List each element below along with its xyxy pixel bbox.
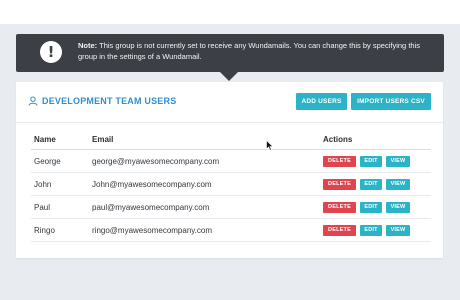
table-row: John John@myawesomecompany.com DELETE ED… [31,172,431,196]
card-title: DEVELOPMENT TEAM USERS [42,96,177,106]
edit-button[interactable]: EDIT [360,178,382,190]
user-email: John@myawesomecompany.com [92,172,323,196]
row-actions: DELETE EDIT VIEW [323,195,431,219]
view-button[interactable]: VIEW [386,155,410,167]
edit-button[interactable]: EDIT [360,155,382,167]
table-row: Ringo ringo@myawesomecompany.com DELETE … [31,218,431,242]
user-email: paul@myawesomecompany.com [92,195,323,219]
user-name: Paul [31,195,92,219]
delete-button[interactable]: DELETE [323,155,356,167]
users-table: Name Email Actions George george@myaweso… [31,129,431,242]
column-header-actions: Actions [323,129,431,150]
table-header-row: Name Email Actions [31,129,431,150]
row-actions: DELETE EDIT VIEW [323,172,431,196]
mouse-cursor-icon [266,140,274,151]
view-button[interactable]: VIEW [386,178,410,190]
user-icon [28,96,38,106]
delete-button[interactable]: DELETE [323,178,356,190]
table-row: George george@myawesomecompany.com DELET… [31,149,431,173]
card-header: DEVELOPMENT TEAM USERS ADD USERS IMPORT … [16,82,443,123]
view-button[interactable]: VIEW [386,201,410,213]
user-name: Ringo [31,218,92,242]
user-name: John [31,172,92,196]
notice-text: Note: This group is not currently set to… [78,40,438,62]
row-actions: DELETE EDIT VIEW [323,149,431,173]
exclamation-icon: ! [40,41,62,63]
user-email: ringo@myawesomecompany.com [92,218,323,242]
user-name: George [31,149,92,173]
import-users-csv-button[interactable]: IMPORT USERS CSV [351,93,431,110]
row-actions: DELETE EDIT VIEW [323,218,431,242]
edit-button[interactable]: EDIT [360,224,382,236]
edit-button[interactable]: EDIT [360,201,382,213]
notice-pointer [220,72,238,81]
column-header-name: Name [31,129,92,150]
delete-button[interactable]: DELETE [323,201,356,213]
add-users-button[interactable]: ADD USERS [296,93,347,110]
delete-button[interactable]: DELETE [323,224,356,236]
users-card: DEVELOPMENT TEAM USERS ADD USERS IMPORT … [16,82,443,258]
notice-message: This group is not currently set to recei… [78,41,420,61]
table-row: Paul paul@myawesomecompany.com DELETE ED… [31,195,431,219]
card-title-wrap: DEVELOPMENT TEAM USERS [28,96,176,106]
notice-banner: ! Note: This group is not currently set … [16,34,444,72]
user-email: george@myawesomecompany.com [92,149,323,173]
view-button[interactable]: VIEW [386,224,410,236]
notice-label: Note: [78,41,98,50]
column-header-email: Email [92,129,323,150]
